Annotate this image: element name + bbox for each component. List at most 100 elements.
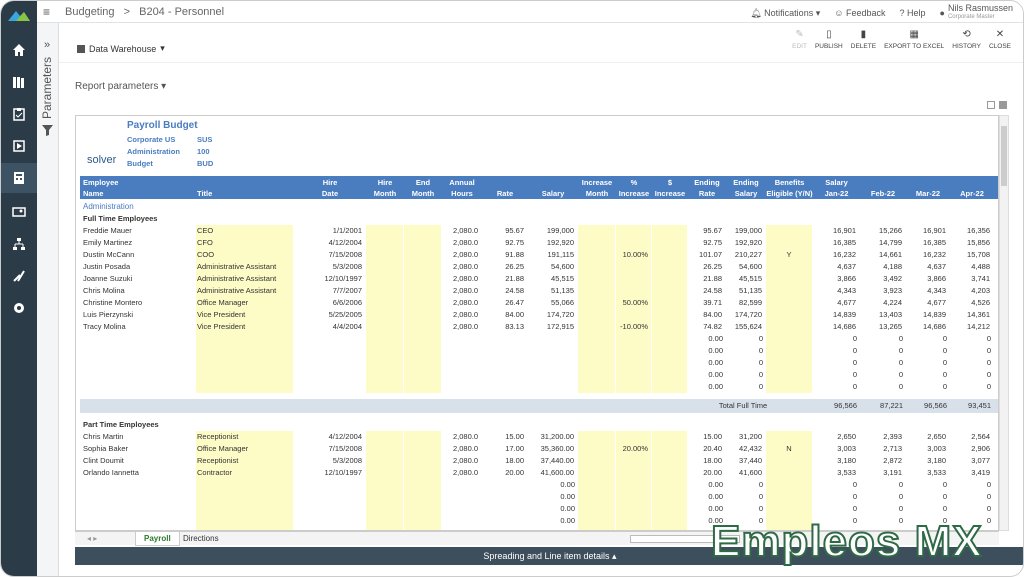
report-icon[interactable] xyxy=(1,131,37,161)
library-icon[interactable] xyxy=(1,67,37,97)
input-cell[interactable] xyxy=(616,491,651,503)
input-cell[interactable] xyxy=(366,443,403,455)
feedback-button[interactable]: ☺ Feedback xyxy=(834,8,885,18)
input-cell[interactable] xyxy=(652,455,687,467)
edit-button[interactable]: ✎ EDIT xyxy=(792,29,807,50)
hierarchy-icon[interactable] xyxy=(1,229,37,259)
table-cell[interactable] xyxy=(766,261,812,273)
tab-directions[interactable]: Directions xyxy=(175,532,227,546)
table-cell[interactable]: Administrative Assistant xyxy=(196,273,293,285)
input-cell[interactable] xyxy=(366,273,403,285)
publish-button[interactable]: ▯ PUBLISH xyxy=(815,29,843,50)
input-cell[interactable] xyxy=(652,345,687,357)
input-cell[interactable] xyxy=(578,261,615,273)
table-cell[interactable]: 20.00% xyxy=(616,443,651,455)
input-cell[interactable] xyxy=(578,237,615,249)
users-icon[interactable] xyxy=(1,197,37,227)
input-cell[interactable] xyxy=(652,309,687,321)
parameters-label[interactable]: Parameters xyxy=(40,43,54,133)
input-cell[interactable] xyxy=(652,261,687,273)
input-cell[interactable] xyxy=(616,503,651,515)
input-cell[interactable] xyxy=(366,515,403,527)
input-cell[interactable] xyxy=(404,249,441,261)
table-cell[interactable] xyxy=(616,237,651,249)
table-cell[interactable] xyxy=(766,455,812,467)
report-parameters-dropdown[interactable]: Report parameters ▾ xyxy=(75,81,166,92)
input-cell[interactable] xyxy=(652,237,687,249)
table-cell[interactable] xyxy=(616,285,651,297)
input-cell[interactable] xyxy=(652,285,687,297)
input-cell[interactable] xyxy=(366,225,403,237)
input-cell[interactable] xyxy=(652,503,687,515)
input-cell[interactable] xyxy=(366,467,403,479)
input-cell[interactable] xyxy=(404,503,441,515)
input-cell[interactable] xyxy=(578,467,615,479)
help-button[interactable]: ? Help xyxy=(899,8,925,18)
expand-icon[interactable] xyxy=(987,101,995,109)
input-cell[interactable] xyxy=(578,431,615,443)
input-cell[interactable] xyxy=(404,515,441,527)
table-cell[interactable] xyxy=(766,309,812,321)
input-cell[interactable] xyxy=(404,237,441,249)
table-cell[interactable]: -10.00% xyxy=(616,321,651,333)
input-cell[interactable] xyxy=(404,273,441,285)
input-cell[interactable] xyxy=(652,225,687,237)
input-cell[interactable] xyxy=(766,491,812,503)
input-cell[interactable] xyxy=(652,333,687,345)
input-cell[interactable] xyxy=(766,369,812,381)
input-cell[interactable] xyxy=(578,357,615,369)
input-cell[interactable] xyxy=(404,431,441,443)
input-cell[interactable] xyxy=(404,261,441,273)
input-cell[interactable] xyxy=(616,345,651,357)
input-cell[interactable] xyxy=(578,503,615,515)
table-cell[interactable] xyxy=(616,309,651,321)
input-cell[interactable] xyxy=(404,333,441,345)
table-cell[interactable] xyxy=(766,467,812,479)
table-cell[interactable]: Contractor xyxy=(196,467,293,479)
input-cell[interactable] xyxy=(366,455,403,467)
table-cell[interactable] xyxy=(766,321,812,333)
input-cell[interactable] xyxy=(404,345,441,357)
input-cell[interactable] xyxy=(578,333,615,345)
table-cell[interactable] xyxy=(616,455,651,467)
gear-icon[interactable] xyxy=(1,293,37,323)
table-cell[interactable] xyxy=(766,225,812,237)
input-cell[interactable] xyxy=(404,309,441,321)
input-cell[interactable] xyxy=(404,297,441,309)
input-cell[interactable] xyxy=(616,479,651,491)
input-cell[interactable] xyxy=(652,297,687,309)
input-cell[interactable] xyxy=(366,237,403,249)
table-cell[interactable] xyxy=(766,297,812,309)
tools-icon[interactable] xyxy=(1,261,37,291)
table-cell[interactable] xyxy=(616,261,651,273)
input-cell[interactable] xyxy=(578,225,615,237)
input-cell[interactable] xyxy=(366,369,403,381)
input-cell[interactable] xyxy=(578,273,615,285)
input-cell[interactable] xyxy=(366,345,403,357)
input-cell[interactable] xyxy=(404,285,441,297)
input-cell[interactable] xyxy=(366,309,403,321)
vertical-scrollbar[interactable] xyxy=(999,115,1009,531)
input-cell[interactable] xyxy=(616,515,651,527)
input-cell[interactable] xyxy=(578,309,615,321)
table-cell[interactable]: Administrative Assistant xyxy=(196,285,293,297)
input-cell[interactable] xyxy=(404,479,441,491)
input-cell[interactable] xyxy=(652,273,687,285)
input-cell[interactable] xyxy=(578,479,615,491)
input-cell[interactable] xyxy=(366,249,403,261)
input-cell[interactable] xyxy=(652,381,687,393)
home-icon[interactable] xyxy=(1,35,37,65)
input-cell[interactable] xyxy=(578,369,615,381)
input-cell[interactable] xyxy=(652,321,687,333)
table-cell[interactable]: Receptionist xyxy=(196,455,293,467)
input-cell[interactable] xyxy=(404,467,441,479)
input-cell[interactable] xyxy=(578,515,615,527)
table-cell[interactable]: Office Manager xyxy=(196,443,293,455)
input-cell[interactable] xyxy=(578,443,615,455)
input-cell[interactable] xyxy=(652,369,687,381)
calculator-icon[interactable] xyxy=(1,163,37,193)
input-cell[interactable] xyxy=(766,381,812,393)
table-cell[interactable]: CEO xyxy=(196,225,293,237)
table-cell[interactable] xyxy=(766,285,812,297)
clipboard-icon[interactable] xyxy=(1,99,37,129)
